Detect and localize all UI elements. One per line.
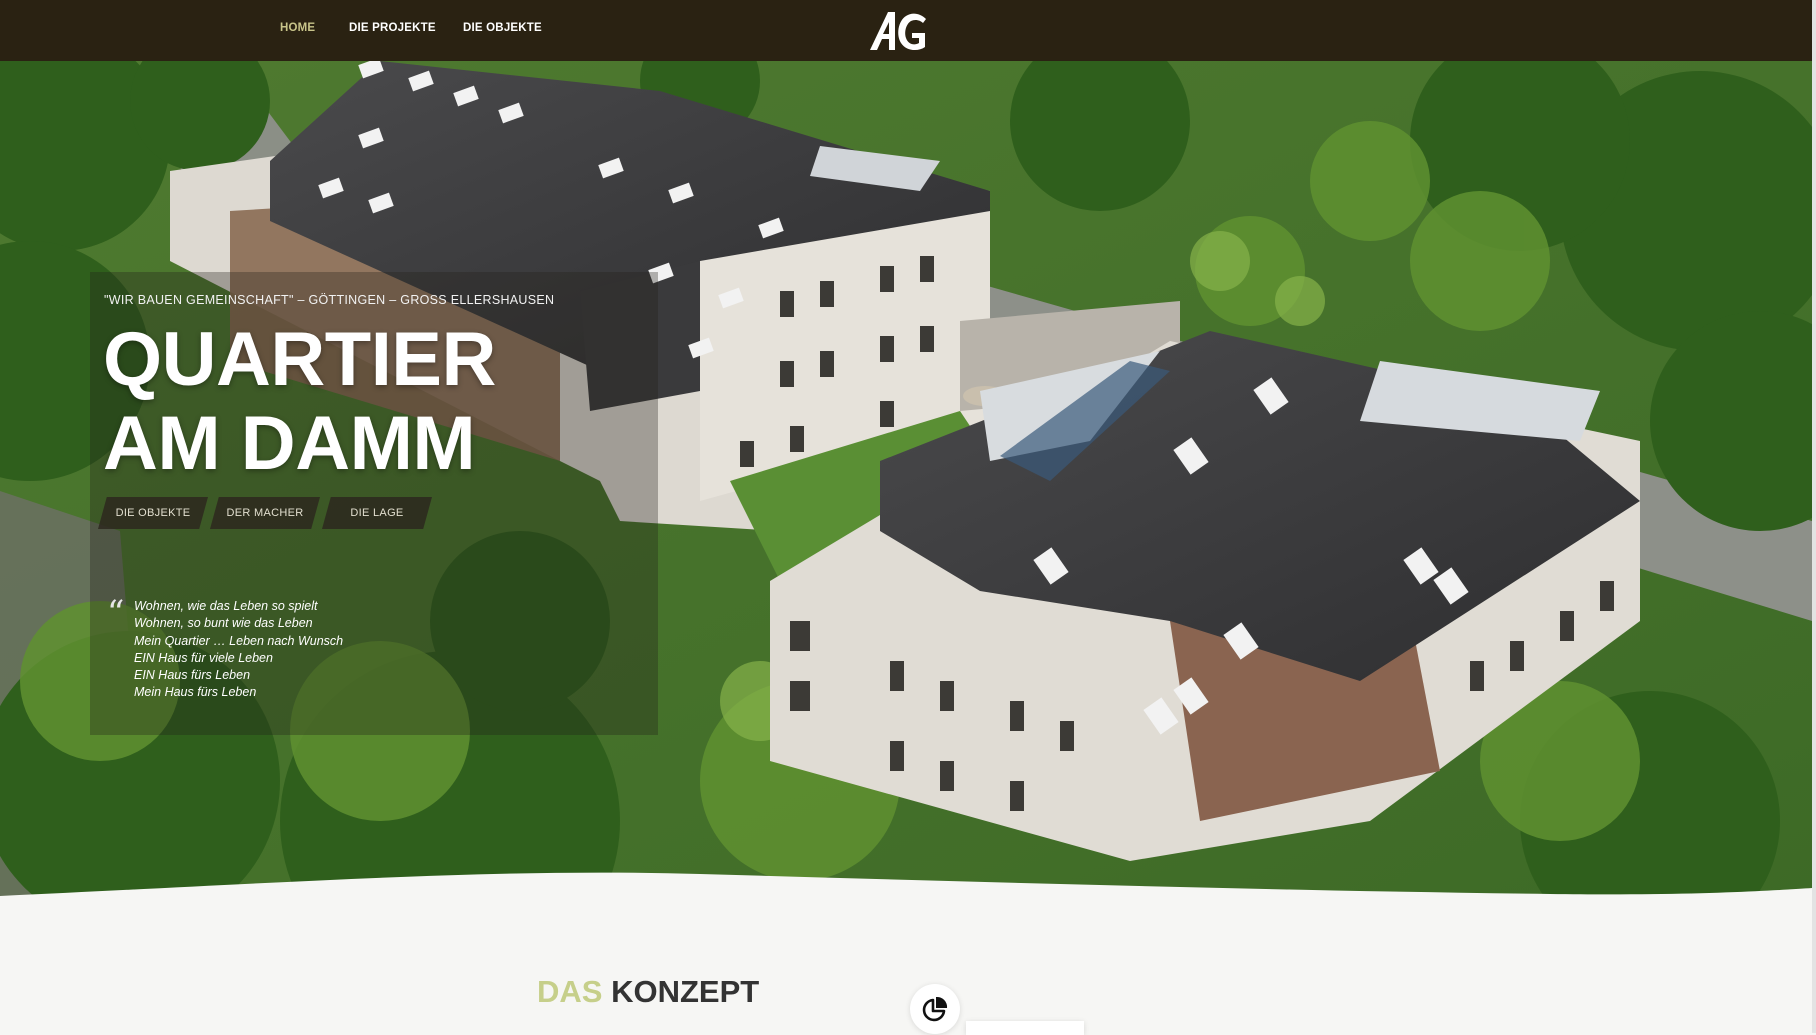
hero-title-line-2: AM DAMM <box>103 401 476 486</box>
section-heading-das-konzept: DAS KONZEPT <box>537 974 759 1010</box>
quote-line: Mein Haus fürs Leben <box>134 685 257 700</box>
quote-line: Mein Quartier … Leben nach Wunsch <box>134 633 344 648</box>
hero-bottom-wave <box>0 872 1812 920</box>
pie-chart-icon-badge <box>910 984 960 1034</box>
hero-eyebrow-text: "WIR BAUEN GEMEINSCHAFT" – GÖTTINGEN – G… <box>104 293 555 307</box>
hero-title: QUARTIER AM DAMM <box>103 318 496 486</box>
die-objekte-button[interactable]: DIE OBJEKTE <box>98 497 208 529</box>
quote-mark-icon: “ <box>107 593 125 633</box>
page-scrollbar[interactable] <box>1812 0 1816 1033</box>
quote-line: Wohnen, wie das Leben so spielt <box>134 599 318 613</box>
der-macher-button[interactable]: DER MACHER <box>210 497 320 529</box>
pie-chart-icon <box>922 996 948 1022</box>
section-heading-rest: KONZEPT <box>611 974 760 1009</box>
nav-die-projekte[interactable]: DIE PROJEKTE <box>349 22 436 34</box>
hero-quote: Wohnen, wie das Leben so spielt Wohnen, … <box>134 598 343 702</box>
section-heading-accent: DAS <box>537 974 603 1009</box>
nav-home[interactable]: HOME <box>280 22 315 34</box>
ag-logo[interactable] <box>868 7 938 53</box>
quote-line: EIN Haus fürs Leben <box>134 668 251 683</box>
quote-line: Wohnen, so bunt wie das Leben <box>134 616 313 631</box>
die-lage-button[interactable]: DIE LAGE <box>322 497 432 529</box>
top-navigation-bar: HOME DIE PROJEKTE DIE OBJEKTE <box>0 0 1812 61</box>
quote-line: EIN Haus für viele Leben <box>134 650 273 665</box>
hero-title-line-1: QUARTIER <box>103 317 496 402</box>
nav-die-objekte[interactable]: DIE OBJEKTE <box>463 22 542 34</box>
